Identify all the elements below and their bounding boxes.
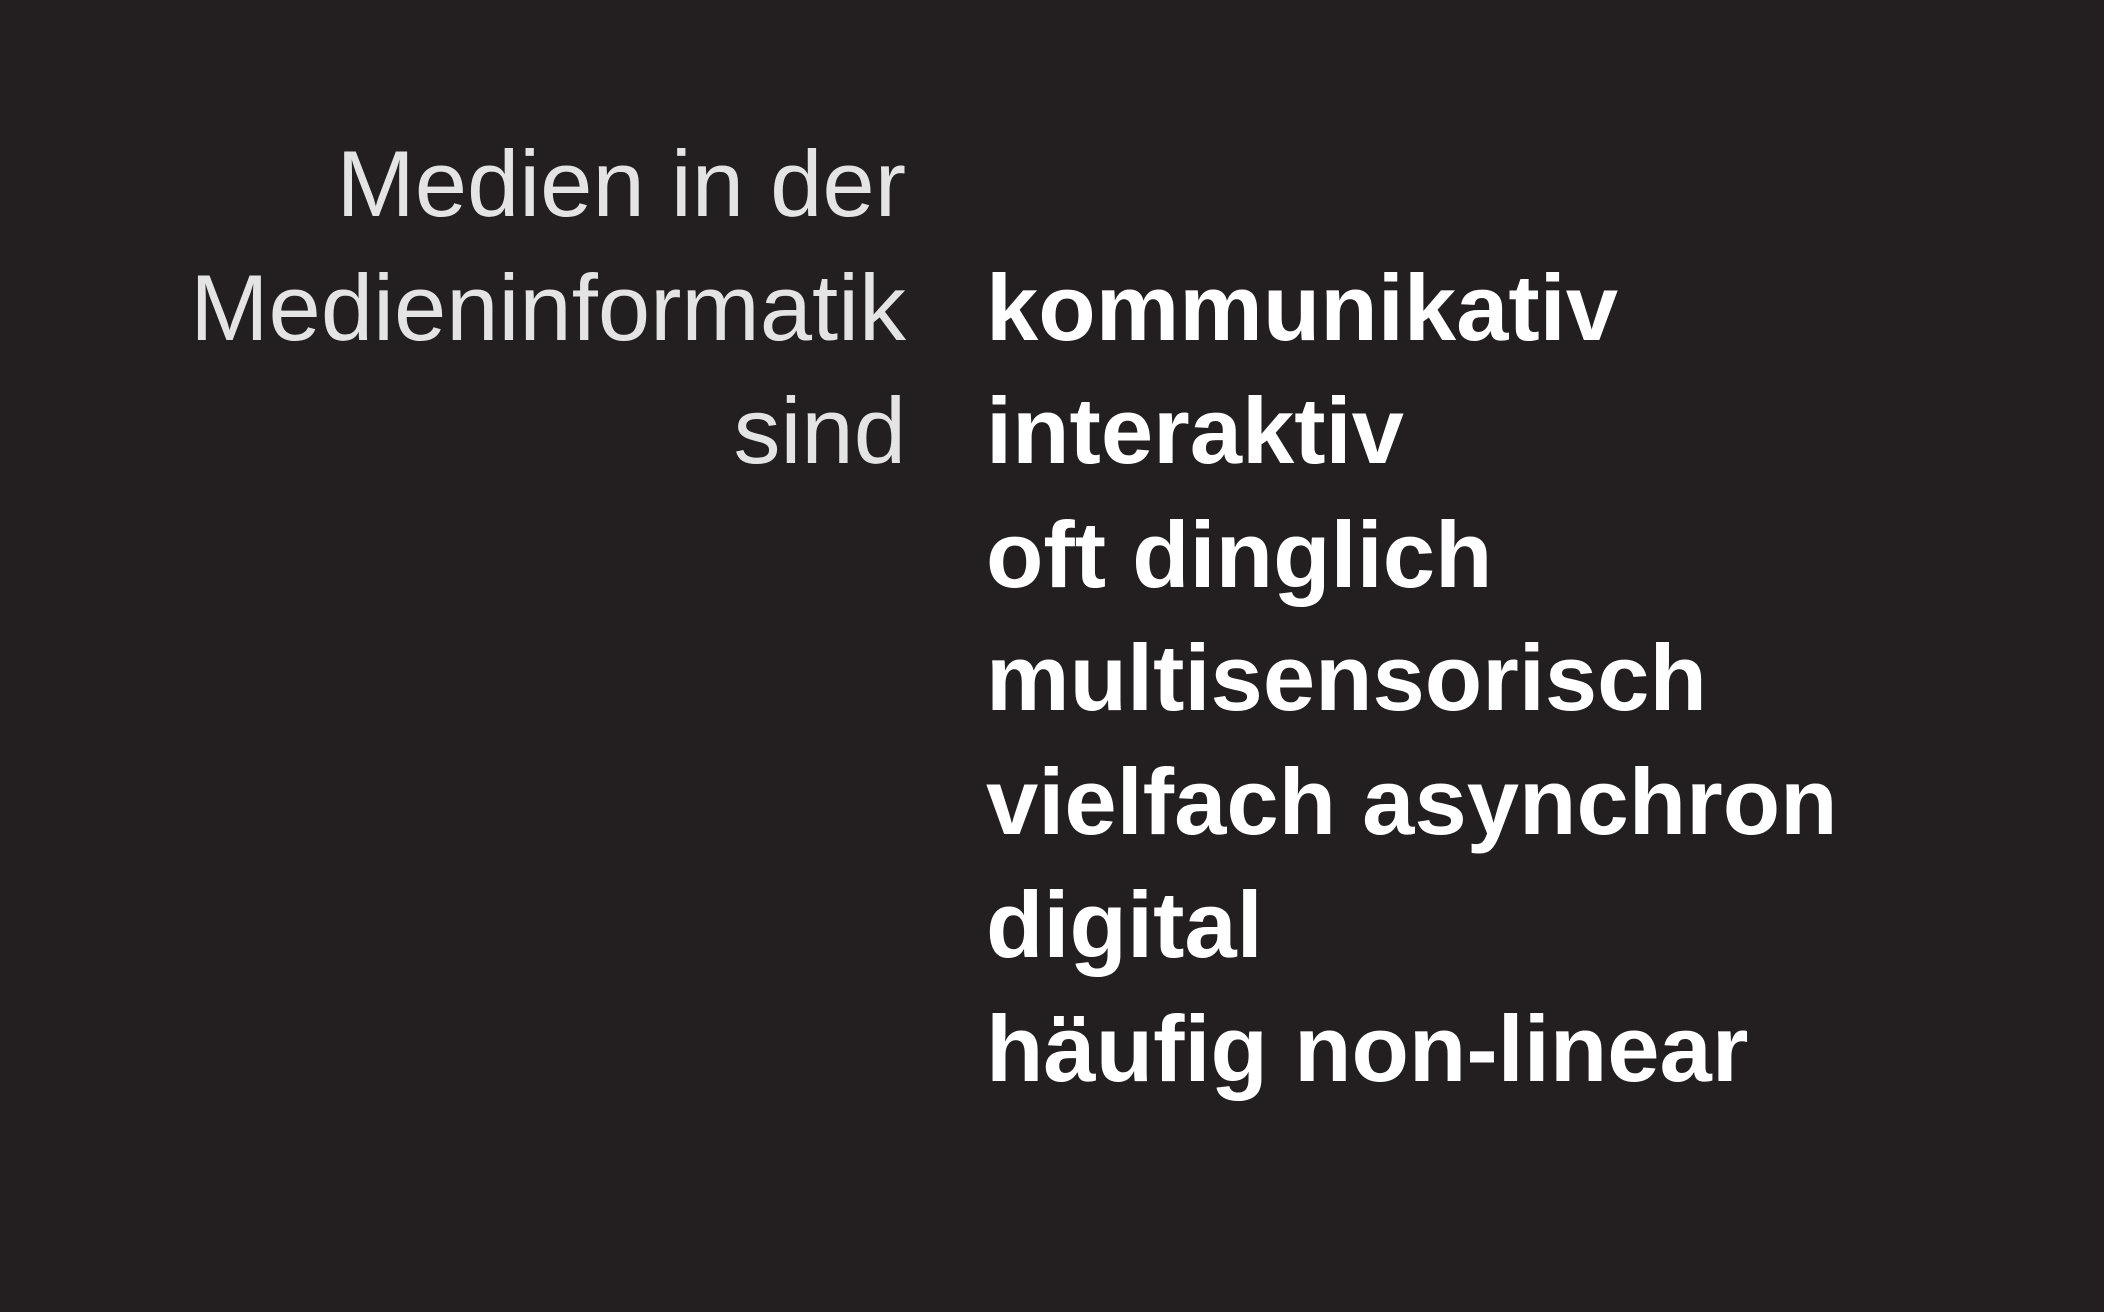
intro-statement: Medien in der Medieninformatik sind — [0, 122, 906, 493]
attribute-item: oft dinglich — [986, 501, 1493, 607]
attribute-item: vielfach asynchron — [986, 748, 1838, 854]
intro-line: sind — [733, 378, 906, 483]
attribute-item: häufig non-linear — [986, 995, 1749, 1101]
attribute-item: digital — [986, 872, 1263, 977]
intro-line: Medieninformatik — [190, 254, 906, 360]
attribute-item: kommunikativ — [986, 254, 1619, 360]
attribute-item: multisensorisch — [986, 625, 1707, 730]
intro-line: Medien in der — [336, 131, 906, 236]
attribute-item: interaktiv — [986, 378, 1404, 483]
attribute-list: kommunikativ interaktiv oft dinglich mul… — [986, 246, 1838, 1111]
